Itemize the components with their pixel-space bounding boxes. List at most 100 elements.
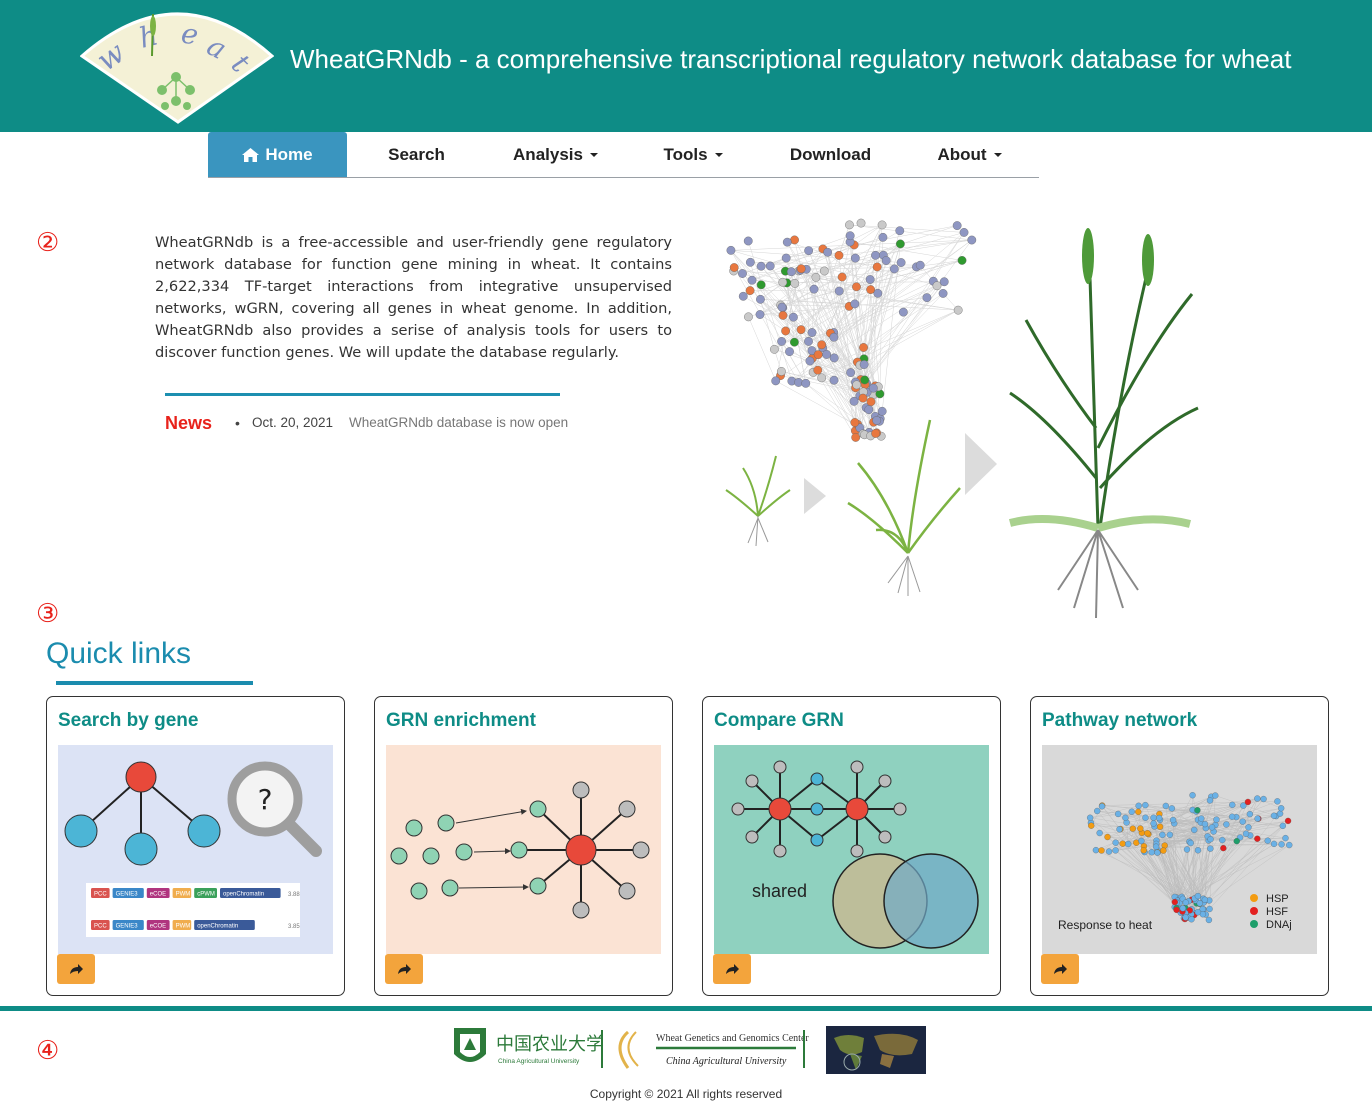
card-title: GRN enrichment bbox=[386, 710, 536, 731]
nav-analysis-label: Analysis bbox=[513, 144, 583, 164]
network-node bbox=[864, 405, 874, 415]
network-node bbox=[849, 396, 859, 406]
news-item-link[interactable]: WheatGRNdb database is now open bbox=[349, 415, 568, 430]
network-node bbox=[747, 275, 757, 285]
network-node bbox=[744, 312, 753, 322]
pathway-caption: Response to heat bbox=[1058, 918, 1153, 932]
nav-search[interactable]: Search bbox=[347, 132, 486, 177]
nav-about-label: About bbox=[937, 144, 987, 164]
network-node bbox=[1086, 814, 1094, 821]
network-node bbox=[1244, 798, 1252, 806]
network-node bbox=[1156, 814, 1163, 822]
network-node bbox=[1105, 848, 1113, 855]
network-node bbox=[796, 325, 806, 335]
network-node bbox=[859, 360, 869, 369]
world-map-badge bbox=[826, 1026, 926, 1074]
network-node bbox=[845, 231, 855, 241]
network-node bbox=[1264, 837, 1271, 844]
network-node bbox=[1171, 898, 1178, 906]
chevron-down-icon bbox=[993, 152, 1002, 157]
nav-home[interactable]: Home bbox=[208, 132, 347, 177]
network-node bbox=[811, 272, 821, 282]
network-node bbox=[1116, 826, 1123, 833]
network-node bbox=[1135, 802, 1142, 809]
network-node bbox=[967, 235, 977, 245]
card-title: Compare GRN bbox=[714, 710, 844, 731]
legend-hsp: HSP bbox=[1266, 893, 1289, 905]
hero-illustration bbox=[725, 218, 1199, 619]
go-button[interactable] bbox=[385, 954, 423, 984]
network-node bbox=[756, 294, 765, 304]
network-node bbox=[804, 246, 814, 256]
network-node bbox=[1125, 840, 1132, 848]
tag-label: openChromatin bbox=[197, 924, 238, 930]
seedling-small bbox=[725, 455, 791, 547]
network-node bbox=[738, 291, 748, 301]
go-button[interactable] bbox=[57, 954, 95, 984]
network-node bbox=[915, 260, 925, 270]
network-node bbox=[889, 264, 899, 274]
network-graph bbox=[726, 218, 977, 442]
news-divider bbox=[165, 393, 560, 396]
network-node bbox=[829, 332, 839, 342]
card-pathway-network[interactable]: Pathway network Response to heat HSP HSF… bbox=[1030, 696, 1329, 996]
share-arrow-icon bbox=[726, 964, 739, 974]
quick-links-underline bbox=[56, 681, 253, 685]
network-node bbox=[959, 228, 969, 237]
network-node bbox=[837, 272, 847, 282]
network-node bbox=[1122, 814, 1129, 821]
nav-analysis[interactable]: Analysis bbox=[486, 132, 625, 177]
network-node bbox=[1194, 847, 1202, 854]
pathway-network-illustration: Response to heat HSP HSF DNAj bbox=[1042, 745, 1317, 954]
network-node bbox=[878, 232, 888, 242]
network-node bbox=[829, 375, 839, 385]
network-node bbox=[829, 353, 839, 363]
network-node bbox=[801, 378, 811, 388]
nav-tools[interactable]: Tools bbox=[625, 132, 761, 177]
network-node bbox=[1246, 810, 1254, 818]
seedling-medium bbox=[847, 419, 961, 596]
network-node bbox=[1182, 914, 1189, 921]
network-node bbox=[865, 275, 875, 284]
network-node bbox=[805, 356, 815, 366]
network-node bbox=[813, 365, 823, 375]
network-node bbox=[755, 310, 765, 319]
nav-download[interactable]: Download bbox=[761, 132, 900, 177]
network-node bbox=[1212, 792, 1219, 799]
network-node bbox=[871, 250, 880, 260]
card-search-by-gene[interactable]: Search by gene ? PCC GENIE3 eCOE PWM cPWM ope… bbox=[46, 696, 345, 996]
network-node bbox=[850, 299, 860, 309]
card-compare-grn[interactable]: Compare GRN shared bbox=[702, 696, 1001, 996]
section-marker-2: ② bbox=[36, 228, 60, 258]
network-node bbox=[1208, 824, 1216, 831]
network-node bbox=[1254, 795, 1261, 802]
network-node bbox=[1096, 829, 1103, 837]
shared-label: shared bbox=[752, 881, 807, 901]
tag-label: GENIE3 bbox=[116, 924, 139, 930]
network-node bbox=[817, 340, 827, 350]
network-node bbox=[1220, 844, 1227, 852]
network-node bbox=[875, 389, 885, 399]
network-node bbox=[1270, 812, 1278, 819]
nav-download-label: Download bbox=[789, 144, 872, 164]
network-node bbox=[777, 337, 787, 346]
site-header: w h e a t WheatGRNdb - a comprehensive t… bbox=[0, 0, 1372, 132]
network-node bbox=[852, 380, 862, 390]
network-node bbox=[850, 418, 860, 427]
go-button[interactable] bbox=[1041, 954, 1079, 984]
cau-logo: 中国农业大学 China Agricultural University bbox=[454, 1028, 604, 1065]
network-node bbox=[745, 286, 755, 296]
card-title: Search by gene bbox=[58, 710, 199, 731]
wheat-logo[interactable]: w h e a t bbox=[80, 2, 274, 126]
network-node bbox=[1278, 805, 1285, 812]
network-node bbox=[756, 261, 766, 271]
nav-about[interactable]: About bbox=[900, 132, 1039, 177]
network-node bbox=[859, 343, 868, 352]
score-1: 3.88 bbox=[288, 892, 300, 898]
network-node bbox=[1278, 841, 1285, 848]
go-button[interactable] bbox=[713, 954, 751, 984]
network-node bbox=[868, 383, 878, 393]
network-node bbox=[898, 307, 908, 317]
network-node bbox=[1207, 836, 1214, 843]
card-grn-enrichment[interactable]: GRN enrichment bbox=[374, 696, 673, 996]
